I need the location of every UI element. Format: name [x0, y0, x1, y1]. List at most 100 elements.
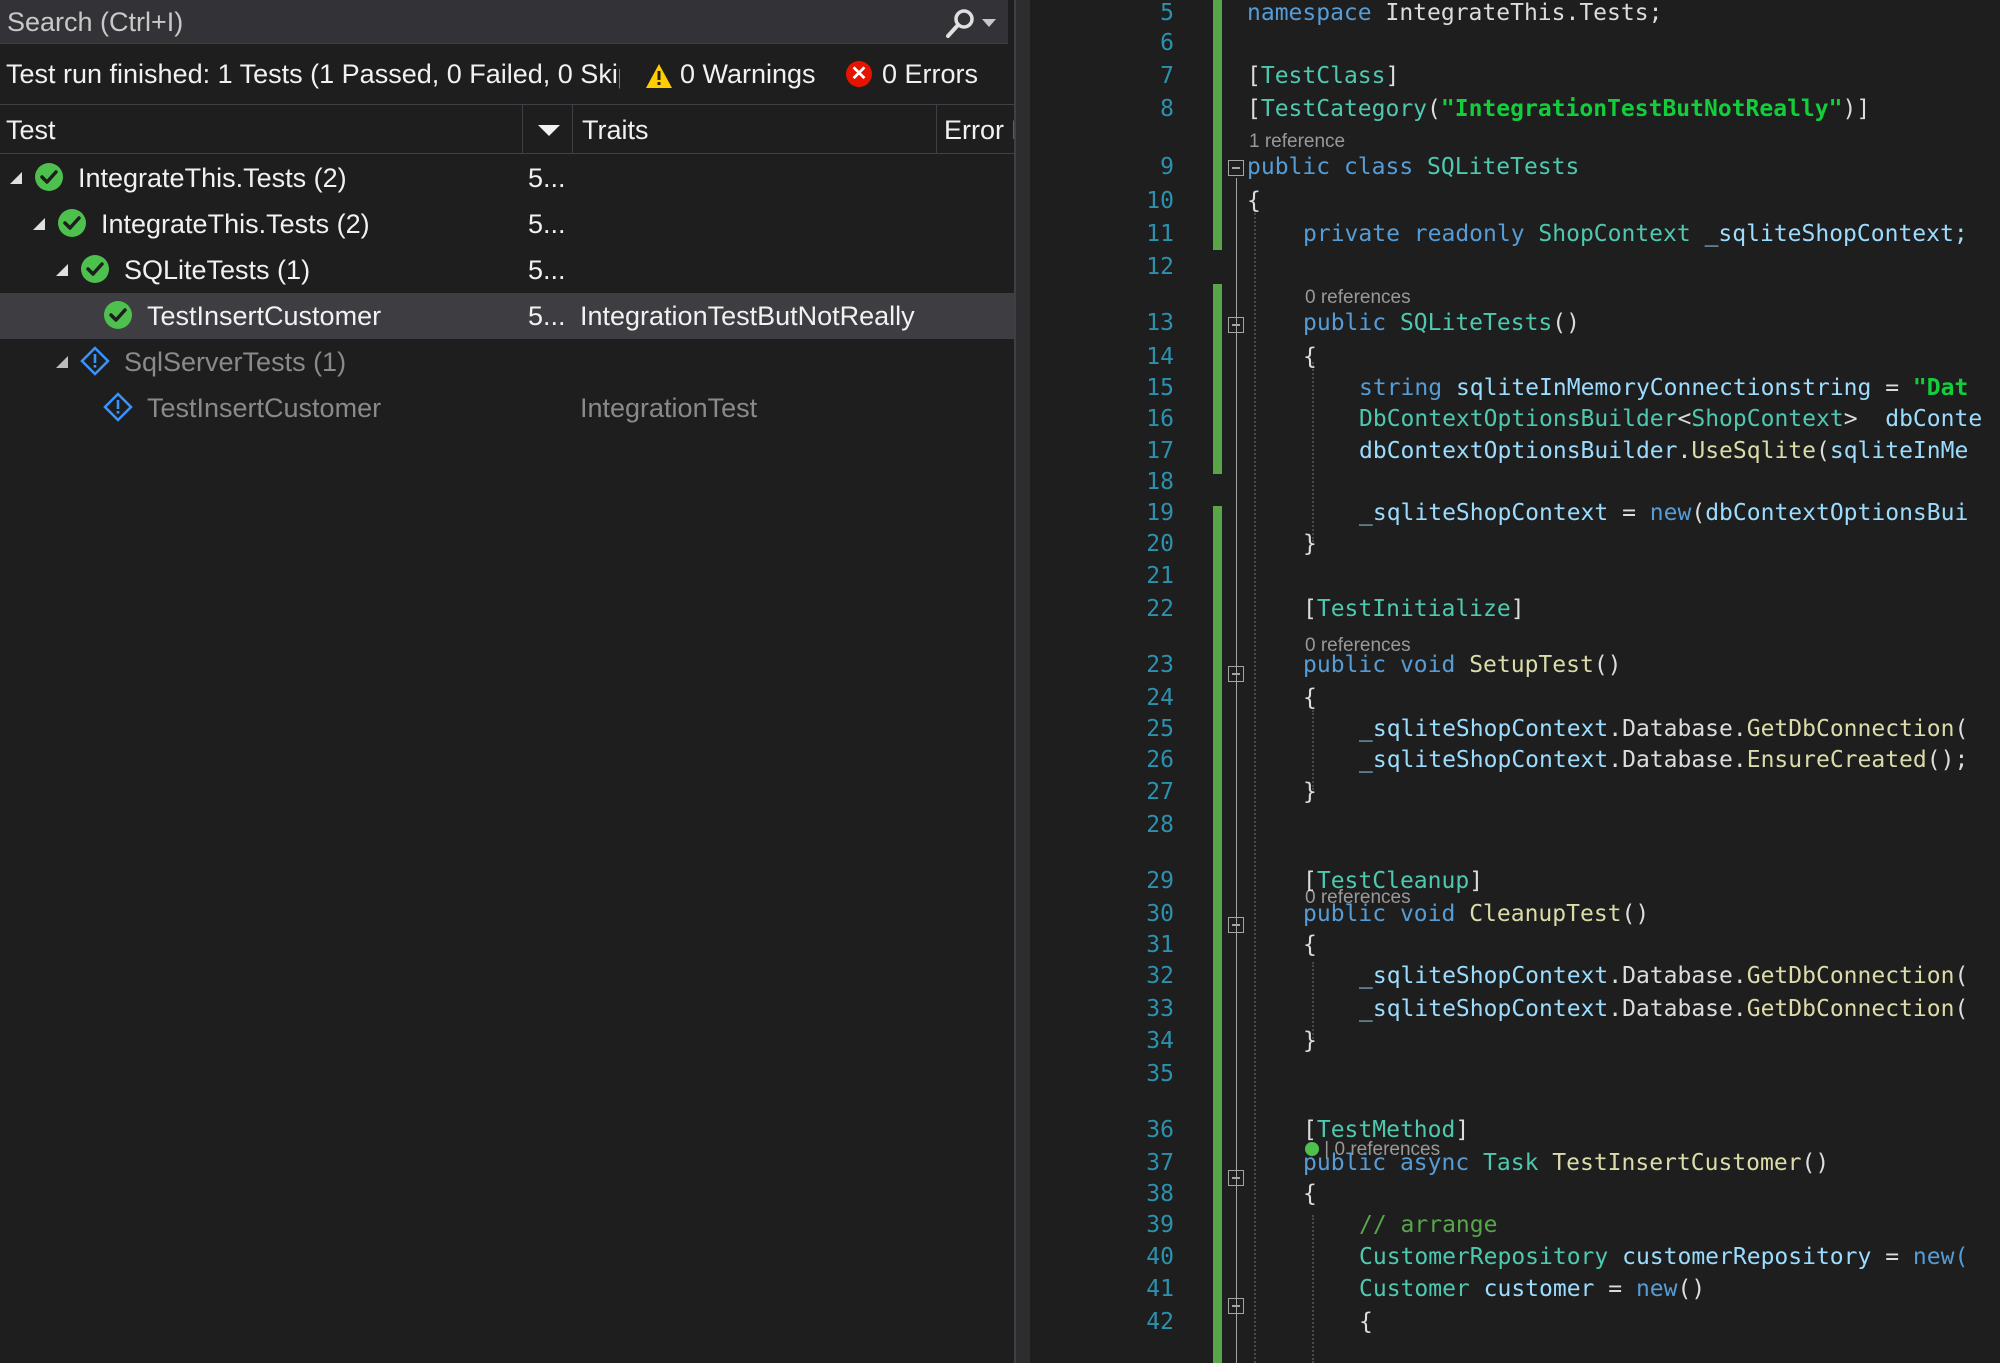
code-token: customer [1469, 1276, 1595, 1302]
code-line[interactable]: private readonly ShopContext _sqliteShop… [1303, 221, 1968, 247]
panel-splitter[interactable] [1016, 0, 1030, 1363]
test-name: TestInsertCustomer [147, 393, 382, 423]
code-token: _sqliteShopContext [1359, 716, 1609, 742]
search-input[interactable] [0, 0, 930, 44]
code-line[interactable]: } [1303, 531, 1317, 557]
code-line[interactable]: _sqliteShopContext.Database.GetDbConnect… [1359, 996, 1968, 1022]
code-editor[interactable]: 1 reference 0 references 0 references 0 … [1030, 0, 2000, 1363]
search-options-button[interactable] [938, 2, 1004, 42]
code-line[interactable]: { [1359, 1309, 1373, 1335]
code-line[interactable]: // arrange [1359, 1212, 1497, 1238]
code-token: _sqliteShopContext [1359, 500, 1609, 526]
fold-toggle[interactable] [1228, 917, 1244, 933]
expand-collapse-icon[interactable] [56, 356, 68, 368]
code-line[interactable]: string sqliteInMemoryConnectionstring = … [1359, 375, 1968, 401]
expand-collapse-icon[interactable] [10, 172, 22, 184]
test-passed-icon [57, 208, 87, 238]
fold-toggle[interactable] [1228, 160, 1244, 176]
code-token: CleanupTest [1455, 901, 1622, 927]
sort-descending-icon[interactable] [538, 125, 560, 136]
code-line[interactable]: [TestClass] [1247, 63, 1399, 89]
code-line[interactable]: public SQLiteTests() [1303, 310, 1580, 336]
code-line[interactable]: { [1303, 344, 1317, 370]
fold-toggle[interactable] [1228, 1298, 1244, 1314]
code-token: _sqliteShopContext [1359, 996, 1609, 1022]
code-line[interactable]: CustomerRepository customerRepository = … [1359, 1244, 1968, 1270]
code-line[interactable]: _sqliteShopContext.Database.EnsureCreate… [1359, 747, 1968, 773]
code-token: dbContextOptionsBui [1705, 500, 1969, 526]
code-token: GetDbConnection [1746, 963, 1955, 989]
code-line[interactable]: DbContextOptionsBuilder<ShopContext> dbC… [1359, 406, 1982, 432]
line-number: 39 [1146, 1212, 1174, 1238]
code-line[interactable]: [TestMethod] [1303, 1117, 1469, 1143]
test-tree-row[interactable]: SQLiteTests (1) 5... [0, 247, 1014, 293]
code-line[interactable]: _sqliteShopContext.Database.GetDbConnect… [1359, 963, 1968, 989]
line-number: 15 [1146, 375, 1174, 401]
fold-toggle[interactable] [1228, 317, 1244, 333]
code-line[interactable]: { [1247, 188, 1261, 214]
column-header-traits[interactable]: Traits [582, 115, 930, 146]
column-header-test[interactable]: Test [6, 115, 506, 146]
code-line[interactable]: { [1303, 1181, 1317, 1207]
line-number: 38 [1146, 1181, 1174, 1207]
test-explorer-panel: Test run finished: 1 Tests (1 Passed, 0 … [0, 0, 1016, 1363]
code-line[interactable]: { [1303, 685, 1317, 711]
code-token: { [1303, 1181, 1317, 1207]
code-token: DbContextOptionsBuilder [1359, 406, 1678, 432]
test-duration: 5... [528, 301, 566, 331]
code-line[interactable]: _sqliteShopContext.Database.GetDbConnect… [1359, 716, 1968, 742]
code-token: (); [1926, 747, 1969, 773]
code-token: Customer [1359, 1276, 1470, 1302]
code-token: // arrange [1359, 1212, 1498, 1238]
code-line[interactable]: [TestCleanup] [1303, 868, 1483, 894]
code-token: public [1303, 901, 1387, 927]
column-header-error-message[interactable]: Error Message [944, 115, 1014, 146]
test-tree-row[interactable]: TestInsertCustomer 5... IntegrationTestBut… [0, 293, 1014, 339]
codelens-references[interactable]: 0 references [1305, 287, 1411, 309]
test-tree-row[interactable]: IntegrateThis.Tests (2) 5... [0, 201, 1014, 247]
code-line[interactable]: public class SQLiteTests [1247, 154, 1579, 180]
code-line[interactable]: public async Task TestInsertCustomer() [1303, 1150, 1829, 1176]
test-tree-row[interactable]: TestInsertCustomer IntegrationTest [0, 385, 1014, 431]
code-token: ShopContext [1691, 406, 1844, 432]
codelens-references[interactable]: 1 reference [1249, 131, 1345, 153]
test-name: TestInsertCustomer [147, 301, 382, 331]
code-token: ] [1385, 63, 1400, 89]
code-line[interactable]: public void CleanupTest() [1303, 901, 1649, 927]
column-divider[interactable] [522, 105, 523, 153]
code-token: ( [1815, 438, 1830, 464]
code-line[interactable]: _sqliteShopContext = new(dbContextOption… [1359, 500, 1968, 526]
code-token: > [1843, 406, 1872, 432]
column-divider[interactable] [936, 105, 937, 153]
code-line[interactable]: public void SetupTest() [1303, 652, 1622, 678]
code-line[interactable]: } [1303, 1028, 1317, 1054]
column-divider[interactable] [572, 105, 573, 153]
code-token: () [1621, 901, 1650, 927]
test-tree-row[interactable]: IntegrateThis.Tests (2) 5... [0, 155, 1014, 201]
test-traits: IntegrationTestButNotReally [580, 301, 915, 331]
code-token: { [1303, 685, 1317, 711]
line-number: 26 [1146, 747, 1174, 773]
errors-count: 0 Errors [882, 59, 979, 89]
code-token: sqliteInMemoryConnectionstring [1442, 375, 1872, 401]
code-token: .Database. [1608, 747, 1747, 773]
test-tree-row[interactable]: SqlServerTests (1) [0, 339, 1014, 385]
test-duration: 5... [528, 209, 566, 239]
line-number: 23 [1146, 652, 1174, 678]
fold-toggle[interactable] [1228, 1170, 1244, 1186]
test-passed-icon [80, 254, 110, 284]
code-token: ( [1691, 500, 1706, 526]
expand-collapse-icon[interactable] [33, 218, 45, 230]
line-number: 28 [1146, 812, 1174, 838]
code-line[interactable]: Customer customer = new() [1359, 1276, 1705, 1302]
code-token: = [1594, 1276, 1623, 1302]
code-line[interactable]: dbContextOptionsBuilder.UseSqlite(sqlite… [1359, 438, 1968, 464]
code-line[interactable]: [TestInitialize] [1303, 596, 1525, 622]
fold-toggle[interactable] [1228, 666, 1244, 682]
code-line[interactable]: { [1303, 932, 1317, 958]
code-line[interactable]: } [1303, 779, 1317, 805]
expand-collapse-icon[interactable] [56, 264, 68, 276]
test-run-summary: Test run finished: 1 Tests (1 Passed, 0 … [0, 50, 1008, 102]
code-line[interactable]: [TestCategory("IntegrationTestButNotReal… [1247, 96, 1870, 122]
code-line[interactable]: namespace IntegrateThis.Tests; [1247, 0, 1662, 26]
